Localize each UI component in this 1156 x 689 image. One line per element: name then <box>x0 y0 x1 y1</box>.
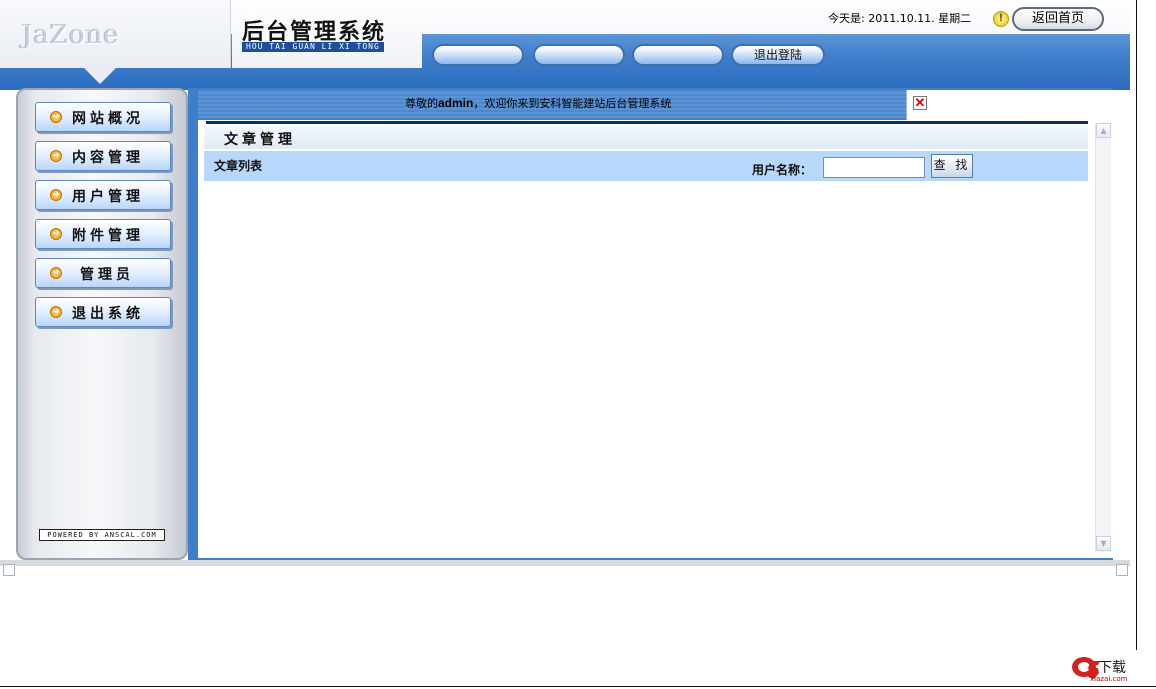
powered-by-badge: POWERED BY ANSCAL.COM <box>39 529 165 541</box>
welcome-prefix: 尊敬的 <box>405 97 438 110</box>
sidebar-item-label: 内容管理 <box>72 150 144 166</box>
system-subtitle: HOU TAI GUAN LI XI TONG <box>242 42 384 52</box>
logo-text: JaZone <box>22 20 120 50</box>
sidebar-item-content-management[interactable]: ➜ 内容管理 <box>35 141 171 171</box>
watermark-text: 下载 <box>1098 660 1126 676</box>
content-scrollbar[interactable]: ▲ ▼ <box>1095 123 1111 552</box>
section-title: 文章管理 <box>224 132 296 148</box>
page-bottom-rule <box>0 686 1156 687</box>
arrow-icon: ➜ <box>50 150 62 162</box>
welcome-suffix: ，欢迎你来到安科智能建站后台管理系统 <box>473 97 672 110</box>
nav-button-1[interactable] <box>432 44 524 66</box>
bottom-strip <box>0 560 1130 566</box>
search-button[interactable]: 查 找 <box>931 154 973 178</box>
arrow-icon: ➜ <box>50 111 62 123</box>
sidebar-item-site-overview[interactable]: ➜ 网站概况 <box>35 102 171 132</box>
username-label: 用户名称： <box>752 163 813 177</box>
watermark-sub: xiazai.com <box>1090 675 1128 683</box>
sidebar-item-exit-system[interactable]: ➜ 退出系统 <box>35 297 171 327</box>
welcome-message: 尊敬的admin，欢迎你来到安科智能建站后台管理系统 <box>405 95 671 111</box>
sidebar-item-user-management[interactable]: ➜ 用户管理 <box>35 180 171 210</box>
logo-notch <box>84 68 116 84</box>
content-panel <box>198 120 1113 558</box>
sidebar-item-label: 管理员 <box>80 267 134 283</box>
nav-button-3[interactable] <box>632 44 724 66</box>
alert-icon: ! <box>993 11 1009 27</box>
welcome-user: admin <box>438 96 474 110</box>
article-list-title: 文章列表 <box>214 159 263 173</box>
sidebar-item-label: 附件管理 <box>72 228 144 244</box>
logout-button[interactable]: 退出登陆 <box>731 44 825 66</box>
arrow-icon: ➜ <box>50 228 62 240</box>
system-title-block: 后台管理系统 HOU TAI GUAN LI XI TONG <box>232 0 422 68</box>
scroll-down-icon[interactable]: ▼ <box>1096 536 1111 551</box>
arrow-icon: ➜ <box>50 267 62 279</box>
scroll-up-icon[interactable]: ▲ <box>1096 123 1111 138</box>
username-search-input[interactable] <box>823 157 925 178</box>
sidebar-item-label: 用户管理 <box>72 189 144 205</box>
nav-button-2[interactable] <box>533 44 625 66</box>
header: JaZone 后台管理系统 HOU TAI GUAN LI XI TONG 今天… <box>0 0 1130 90</box>
sidebar-item-administrator[interactable]: ➜ 管理员 <box>35 258 171 288</box>
close-panel-area <box>906 90 1113 121</box>
corner-box-left <box>3 564 15 576</box>
sidebar-item-label: 网站概况 <box>72 111 144 127</box>
admin-page: JaZone 后台管理系统 HOU TAI GUAN LI XI TONG 今天… <box>0 0 1156 689</box>
arrow-icon: ➜ <box>50 306 62 318</box>
content-divider <box>206 121 1088 124</box>
arrow-icon: ➜ <box>50 189 62 201</box>
sidebar-item-label: 退出系统 <box>72 306 144 322</box>
sidebar-item-attachment-management[interactable]: ➜ 附件管理 <box>35 219 171 249</box>
a5-watermark: 下载 xiazai.com <box>1070 653 1150 683</box>
home-button[interactable]: 返回首页 <box>1012 7 1104 31</box>
close-icon[interactable]: ✕ <box>913 96 927 110</box>
section-title-bar <box>204 126 1088 149</box>
date-text: 今天是: 2011.10.11. 星期二 <box>828 12 972 25</box>
corner-box-right <box>1116 564 1128 576</box>
page-right-rule <box>1136 0 1137 650</box>
logo-tab: JaZone <box>0 0 231 68</box>
